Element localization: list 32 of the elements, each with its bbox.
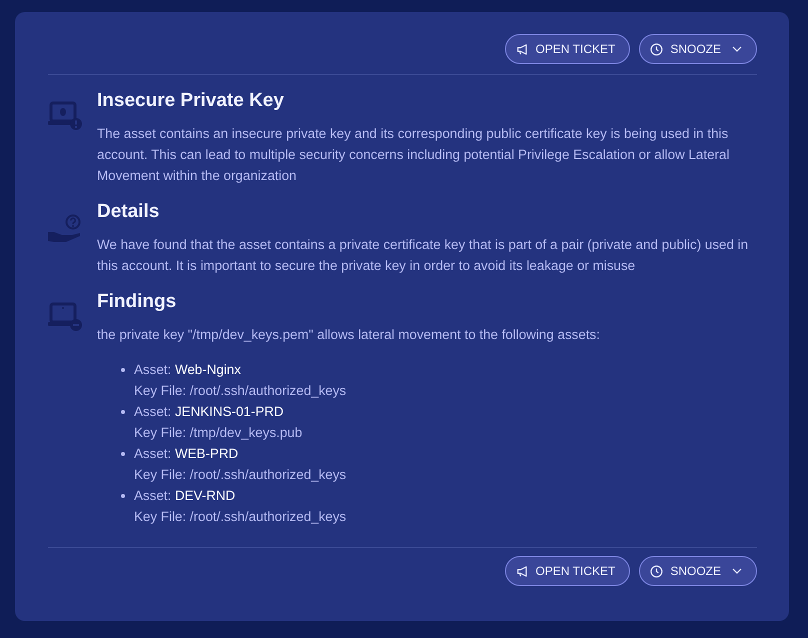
section-heading: Insecure Private Key — [97, 89, 285, 113]
asset-name: DEV-RND — [174, 488, 236, 503]
key-file-text: Key File: /tmp/dev_keys.pub — [134, 424, 302, 442]
asset-label: Asset: — [134, 488, 172, 503]
key-file-text: Key File: /root/.ssh/authorized_keys — [134, 466, 346, 484]
section-heading: Details — [97, 200, 160, 224]
asset-name: Web-Nginx — [174, 362, 241, 377]
asset-name: WEB-PRD — [174, 446, 238, 461]
section-text: The asset contains an insecure private key and its corresponding public certificate key is being used in this account. This can lead to multiple security concerns including potential Privilege Escalation or allow Lateral Movement within the organization — [97, 125, 730, 185]
asset-label: Asset: — [134, 446, 172, 461]
key-file-text: Key File: /root/.ssh/authorized_keys — [134, 508, 346, 526]
section-text: the private key "/tmp/dev_keys.pem" allows lateral movement to the following assets: — [97, 326, 601, 344]
section-text: We have found that the asset contains a private certificate key that is part of a pair (private and public) used in this account. It is important to secure the private key in order to avoid its leakage or misuse — [97, 236, 750, 275]
clock-icon — [650, 42, 664, 56]
megaphone-icon — [516, 564, 529, 578]
bullet-icon — [121, 410, 125, 414]
asset-name: JENKINS-01-PRD — [174, 404, 284, 419]
snooze-button[interactable]: SNOOZE — [639, 556, 757, 586]
open-ticket-button[interactable]: OPEN TICKET — [504, 556, 630, 586]
bullet-icon — [121, 494, 125, 498]
asset-label: Asset: — [134, 404, 172, 419]
key-file-text: Key File: /root/.ssh/authorized_keys — [134, 382, 346, 400]
laptop-minus-icon — [48, 302, 82, 332]
bullet-icon — [121, 368, 125, 372]
clock-icon — [650, 564, 664, 578]
asset-label: Asset: — [134, 362, 172, 377]
section-heading: Findings — [97, 290, 178, 314]
megaphone-icon — [516, 42, 529, 56]
bullet-icon — [121, 452, 125, 456]
laptop-bug-icon — [48, 101, 82, 131]
open-ticket-button[interactable]: OPEN TICKET — [504, 34, 630, 64]
snooze-button[interactable]: SNOOZE — [639, 34, 757, 64]
